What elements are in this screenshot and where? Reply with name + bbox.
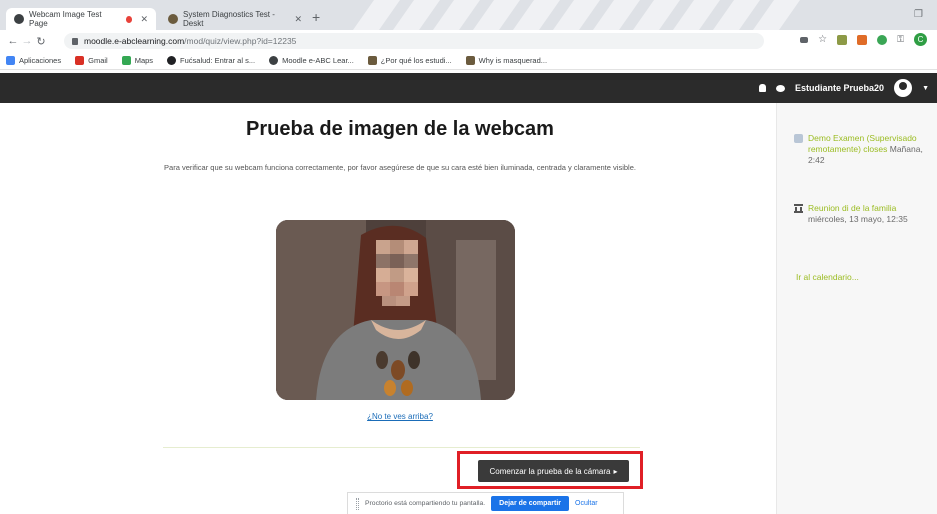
lock-icon [72,37,78,45]
browser-tab-strip: Webcam Image Test Page ✕ System Diagnost… [0,0,937,30]
site-icon [367,56,377,65]
stop-sharing-button[interactable]: Dejar de compartir [491,496,570,511]
star-bookmark-icon[interactable]: ☆ [818,34,827,45]
proctorio-favicon-icon [168,14,178,24]
bookmark-fucsalud[interactable]: Fućsalud: Entrar al s... [167,56,255,65]
recording-indicator-icon [126,15,133,23]
address-bar[interactable]: moodle.e-abclearning.com /mod/quiz/view.… [64,33,764,49]
tab-system-diagnostics[interactable]: System Diagnostics Test - Deskt ✕ [160,8,310,30]
bookmark-apps[interactable]: Aplicaciones [6,56,61,65]
user-name[interactable]: Estudiante Prueba20 [795,83,884,93]
window-restore-icon[interactable]: ❐ [914,9,923,20]
site-icon [167,56,177,65]
close-tab-icon[interactable]: ✕ [140,14,148,25]
apps-icon [6,56,15,65]
bookmark-gmail[interactable]: Gmail [75,56,108,65]
page-title: Prueba de imagen de la webcam [246,118,554,140]
bookmark-por-que[interactable]: ¿Por qué los estudi... [367,56,452,65]
maps-icon [121,56,131,65]
hide-share-bar-button[interactable]: Ocultar [575,500,598,507]
bookmark-label: Why is masquerad... [478,56,548,65]
url-host: moodle.e-abclearning.com [84,36,185,46]
start-camera-test-button[interactable]: Comenzar la prueba de la cámara ▸ [478,460,629,482]
bookmark-label: Fućsalud: Entrar al s... [180,56,256,65]
bookmark-label: Moodle e-ABC Lear... [282,56,354,65]
webcam-instructions: Para verificar que su webcam funciona co… [164,163,636,172]
bookmark-why-masquerade[interactable]: Why is masquerad... [465,56,548,65]
not-visible-help-link[interactable]: ¿No te ves arriba? [300,412,500,421]
back-arrow-icon[interactable]: ← [6,35,20,47]
share-message: Proctorio está compartiendo tu pantalla. [365,500,486,507]
go-to-calendar-link[interactable]: Ir al calendario... [796,272,859,282]
moodle-navbar: Estudiante Prueba20 ▼ [0,73,937,103]
reload-icon[interactable]: ↻ [34,35,48,48]
user-menu-caret-icon[interactable]: ▼ [922,85,929,92]
moodle-icon [269,56,279,65]
forward-arrow-icon[interactable]: → [20,35,34,47]
content-divider [163,447,640,448]
webcam-preview [276,220,515,400]
bookmark-label: Maps [134,56,154,65]
gmail-icon [75,56,85,65]
site-icon [465,56,475,65]
event-title[interactable]: Reunion di de la familia [808,203,896,213]
notifications-bell-icon[interactable] [759,84,767,92]
tab-title: Webcam Image Test Page [29,10,102,28]
extension-icon[interactable] [837,34,848,45]
key-icon[interactable]: ⚿ [897,34,904,45]
calendar-event[interactable]: Reunion di de la familia miércoles, 13 m… [794,203,930,225]
calendar-event[interactable]: Demo Examen (Supervisado remotamente) cl… [794,133,930,166]
extension-icon[interactable] [857,34,868,45]
bookmark-label: ¿Por qué los estudi... [380,56,452,65]
bookmark-label: Gmail [88,56,108,65]
navbar-user-area: Estudiante Prueba20 ▼ [759,73,929,103]
url-path: /mod/quiz/view.php?id=12235 [184,36,297,46]
webcam-feed-image [276,220,515,400]
bookmarks-bar: Aplicaciones Gmail Maps Fućsalud: Entrar… [0,52,937,70]
bookmark-label: Aplicaciones [19,56,62,65]
extensions-area: ☆ ⚿ C [800,33,927,46]
site-favicon-icon [14,14,24,24]
drag-handle-icon[interactable] [356,497,359,510]
bookmark-moodle[interactable]: Moodle e-ABC Lear... [269,56,354,65]
quiz-check-icon [794,134,803,143]
start-button-label: Comenzar la prueba de la cámara [489,466,611,476]
close-tab-icon[interactable]: ✕ [294,14,302,25]
chevron-right-icon: ▸ [613,466,618,476]
screen-share-bar: Proctorio está compartiendo tu pantalla.… [347,492,624,514]
user-avatar[interactable] [894,79,913,97]
browser-toolbar: ← → ↻ moodle.e-abclearning.com /mod/quiz… [0,30,937,52]
event-time: miércoles, 13 mayo, 12:35 [808,214,908,224]
messages-chat-icon[interactable] [776,84,786,92]
camera-indicator-icon[interactable] [800,36,809,43]
site-event-icon [794,204,803,213]
profile-avatar[interactable]: C [914,33,927,46]
tab-title: System Diagnostics Test - Deskt [183,10,275,28]
tab-webcam-test[interactable]: Webcam Image Test Page ✕ [6,8,156,30]
shield-extension-icon[interactable] [877,34,888,45]
bookmark-maps[interactable]: Maps [121,56,154,65]
new-tab-button[interactable]: + [312,10,320,24]
